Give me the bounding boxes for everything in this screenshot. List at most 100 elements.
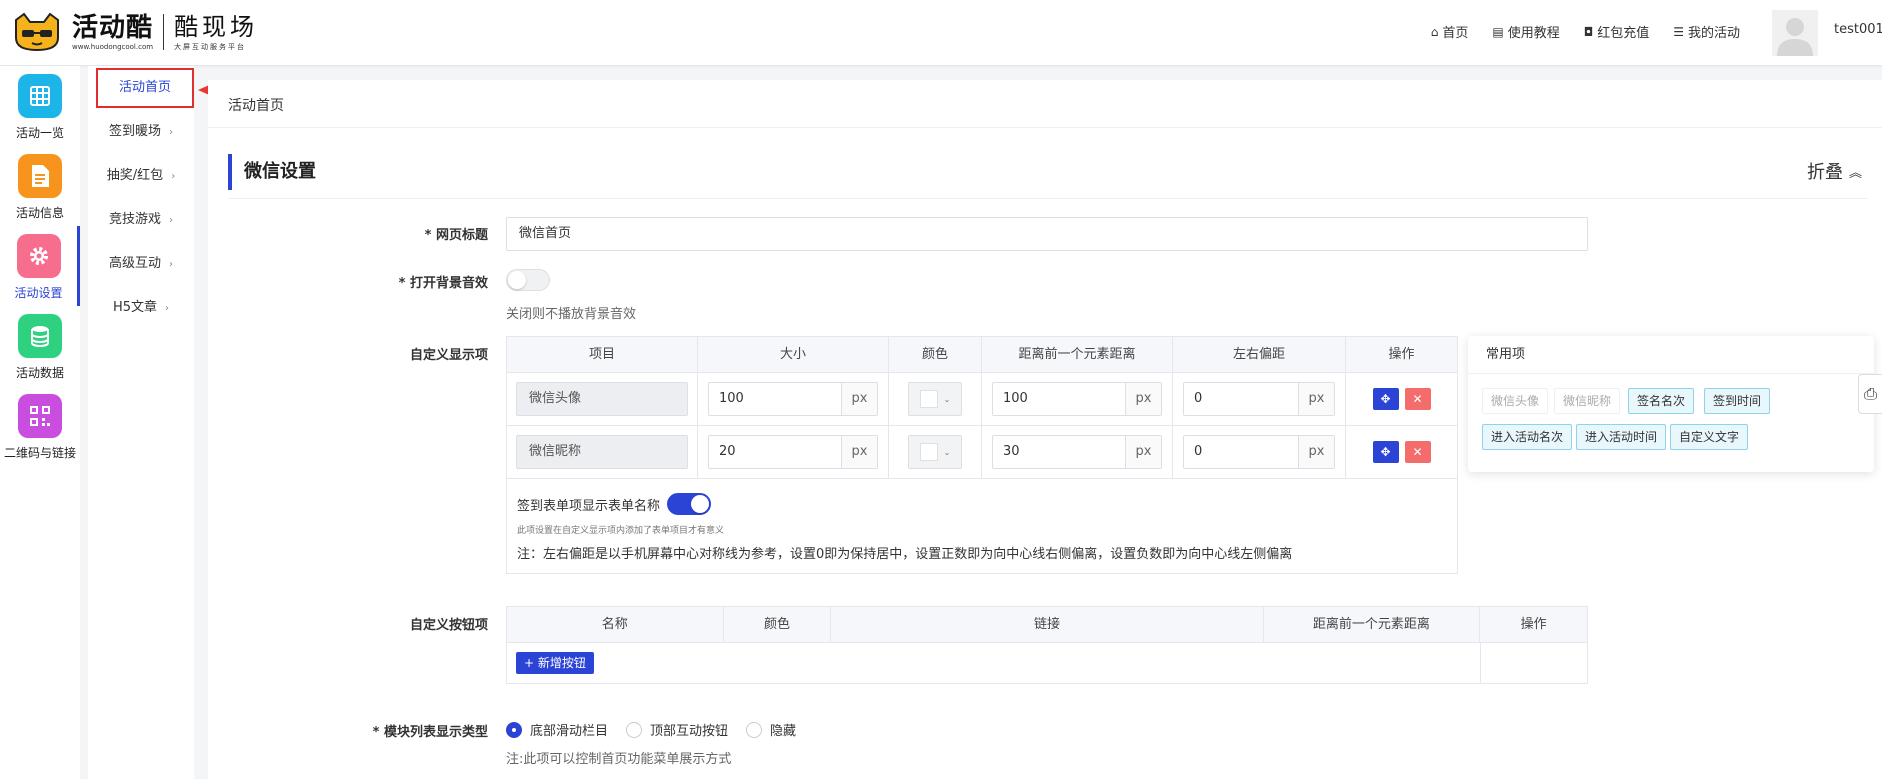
chip-sign-rank[interactable]: 签名名次 xyxy=(1628,388,1695,414)
column-header: 颜色 xyxy=(724,607,832,642)
offset-input[interactable]: 0 px xyxy=(1183,435,1335,469)
chevron-right-icon: › xyxy=(169,127,173,138)
chip-avatar: 微信头像 xyxy=(1482,388,1549,414)
section-title: 微信设置 xyxy=(228,154,316,190)
color-picker[interactable]: ⌄ xyxy=(908,382,962,416)
nav-tutorial[interactable]: ▤ 使用教程 xyxy=(1492,22,1559,42)
radio-checked-icon xyxy=(506,721,522,738)
top-header: 活动酷 www.huodongcool.com 酷现场 大屏互动服务平台 ⌂ 首… xyxy=(0,0,1882,66)
table-body: + 新增按钮 xyxy=(507,643,1587,683)
chip-sign-time[interactable]: 签到时间 xyxy=(1704,388,1771,414)
bg-sound-toggle[interactable] xyxy=(506,269,550,291)
unit-label: px xyxy=(1298,383,1334,415)
column-header: 项目 xyxy=(507,337,698,372)
submenu-item-label: 竞技游戏 xyxy=(108,212,161,227)
bg-sound-hint: 关闭则不播放背景音效 xyxy=(506,307,637,322)
column-header: 距离前一个元素距离 xyxy=(982,337,1173,372)
unit-label: px xyxy=(841,436,877,468)
chevron-up-icon: ︽ xyxy=(1848,165,1862,181)
distance-input[interactable]: 100 px xyxy=(992,382,1162,416)
move-icon[interactable]: ✥ xyxy=(1372,388,1399,410)
column-header: 名称 xyxy=(507,607,724,642)
nav-my-activities[interactable]: ☰ 我的活动 xyxy=(1673,22,1740,42)
form-name-toggle[interactable] xyxy=(667,493,711,515)
book-icon: ▤ xyxy=(1492,24,1504,39)
chip-nickname: 微信昵称 xyxy=(1554,388,1621,414)
submenu-item-label: 高级互动 xyxy=(108,256,161,271)
nav-recharge-label: 红包充值 xyxy=(1597,26,1650,41)
column-header: 操作 xyxy=(1520,617,1547,632)
page-title-label: * 网页标题 xyxy=(424,228,488,243)
offset-input[interactable]: 0 px xyxy=(1183,382,1335,416)
sidebar-item-label: 活动信息 xyxy=(15,206,64,220)
size-input[interactable]: 20 px xyxy=(708,435,878,469)
submenu-item-advanced[interactable]: 高级互动 › xyxy=(88,244,194,284)
distance-value: 30 xyxy=(1003,444,1020,459)
form-name-label: 签到表单项显示表单名称 xyxy=(517,499,661,514)
printer-icon[interactable]: ⎙ xyxy=(1858,374,1882,414)
radio-top-buttons[interactable]: 顶部互动按钮 xyxy=(626,720,728,739)
toggle-knob xyxy=(508,271,526,289)
column-header: 操作 xyxy=(1388,347,1415,362)
submenu-item-lottery[interactable]: 抽奖/红包 › xyxy=(88,156,194,196)
module-display-radio-group: 底部滑动栏目 顶部互动按钮 隐藏 xyxy=(506,720,806,739)
delete-icon[interactable]: ✕ xyxy=(1404,388,1431,410)
sidebar-item-info[interactable]: 活动信息 xyxy=(0,146,80,226)
fold-toggle[interactable]: 折叠 ︽ xyxy=(1807,158,1862,184)
chip-custom-text[interactable]: 自定义文字 xyxy=(1670,424,1749,450)
chevron-down-icon: ⌄ xyxy=(943,447,951,457)
submenu-item-checkin[interactable]: 签到暖场 › xyxy=(88,112,194,152)
fold-label: 折叠 xyxy=(1806,162,1843,183)
color-picker[interactable]: ⌄ xyxy=(908,435,962,469)
move-icon[interactable]: ✥ xyxy=(1372,441,1399,463)
custom-display-label: 自定义显示项 xyxy=(409,348,488,363)
nav-home[interactable]: ⌂ 首页 xyxy=(1430,22,1469,42)
sidebar-item-qrcode[interactable]: 二维码与链接 xyxy=(0,386,80,466)
avatar[interactable] xyxy=(1772,10,1818,56)
submenu-item-games[interactable]: 竞技游戏 › xyxy=(88,200,194,240)
nav-home-label: 首页 xyxy=(1442,26,1469,41)
breadcrumb-bar: 活动首页 xyxy=(208,80,1882,128)
document-icon xyxy=(18,154,62,198)
size-input[interactable]: 100 px xyxy=(708,382,878,416)
submenu-item-h5[interactable]: H5文章 › xyxy=(88,288,194,328)
logo-name: 活动酷 xyxy=(72,12,154,43)
sidebar-item-label: 二维码与链接 xyxy=(3,446,76,460)
column-header: 大小 xyxy=(698,337,889,372)
chevron-right-icon: › xyxy=(169,259,173,270)
offset-note: 注：左右偏距是以手机屏幕中心对称线为参考，设置0即为保持居中，设置正数即为向中心… xyxy=(517,547,1293,562)
username[interactable]: test001 xyxy=(1834,22,1882,37)
chip-enter-time[interactable]: 进入活动时间 xyxy=(1576,424,1667,450)
distance-input[interactable]: 30 px xyxy=(992,435,1162,469)
unit-label: px xyxy=(841,383,877,415)
sidebar-item-overview[interactable]: 活动一览 xyxy=(0,66,80,146)
unit-label: px xyxy=(1125,383,1161,415)
chip-enter-rank[interactable]: 进入活动名次 xyxy=(1482,424,1573,450)
home-icon: ⌂ xyxy=(1430,24,1439,39)
sidebar-item-settings[interactable]: 活动设置 xyxy=(0,226,80,306)
main-content: 活动首页 微信设置 折叠 ︽ * 网页标题 微信首页 * 打开背景音效 关闭则不… xyxy=(208,80,1882,779)
module-display-hint: 注:此项可以控制首页功能菜单展示方式 xyxy=(506,752,732,767)
breadcrumb: 活动首页 xyxy=(228,98,284,114)
radio-bottom-scroll[interactable]: 底部滑动栏目 xyxy=(506,720,608,739)
radio-label: 顶部互动按钮 xyxy=(650,724,729,739)
qrcode-icon xyxy=(18,394,62,438)
page-title-input[interactable]: 微信首页 xyxy=(506,217,1588,251)
color-swatch xyxy=(919,390,938,408)
table-row: 微信头像 100 px ⌄ 100 px 0 px ✥ ✕ xyxy=(507,373,1457,426)
logo-url: www.huodongcool.com xyxy=(72,42,154,51)
radio-hidden[interactable]: 隐藏 xyxy=(746,720,796,739)
chevron-down-icon: ⌄ xyxy=(943,394,951,404)
wallet-icon: ◘ xyxy=(1583,24,1594,39)
submenu-item-label: 签到暖场 xyxy=(108,124,161,139)
logo[interactable]: 活动酷 www.huodongcool.com 酷现场 大屏互动服务平台 xyxy=(10,12,258,52)
delete-icon[interactable]: ✕ xyxy=(1404,441,1431,463)
submenu-item-home[interactable]: 活动首页 xyxy=(96,68,194,108)
chevron-right-icon: › xyxy=(171,171,176,182)
nav-recharge[interactable]: ◘ 红包充值 xyxy=(1583,22,1650,42)
sidebar-item-data[interactable]: 活动数据 xyxy=(0,306,80,386)
toggle-knob xyxy=(691,495,709,513)
column-header: 颜色 xyxy=(889,337,982,372)
add-button[interactable]: + 新增按钮 xyxy=(516,652,594,674)
table-row: 微信昵称 20 px ⌄ 30 px 0 px ✥ ✕ xyxy=(507,426,1457,479)
